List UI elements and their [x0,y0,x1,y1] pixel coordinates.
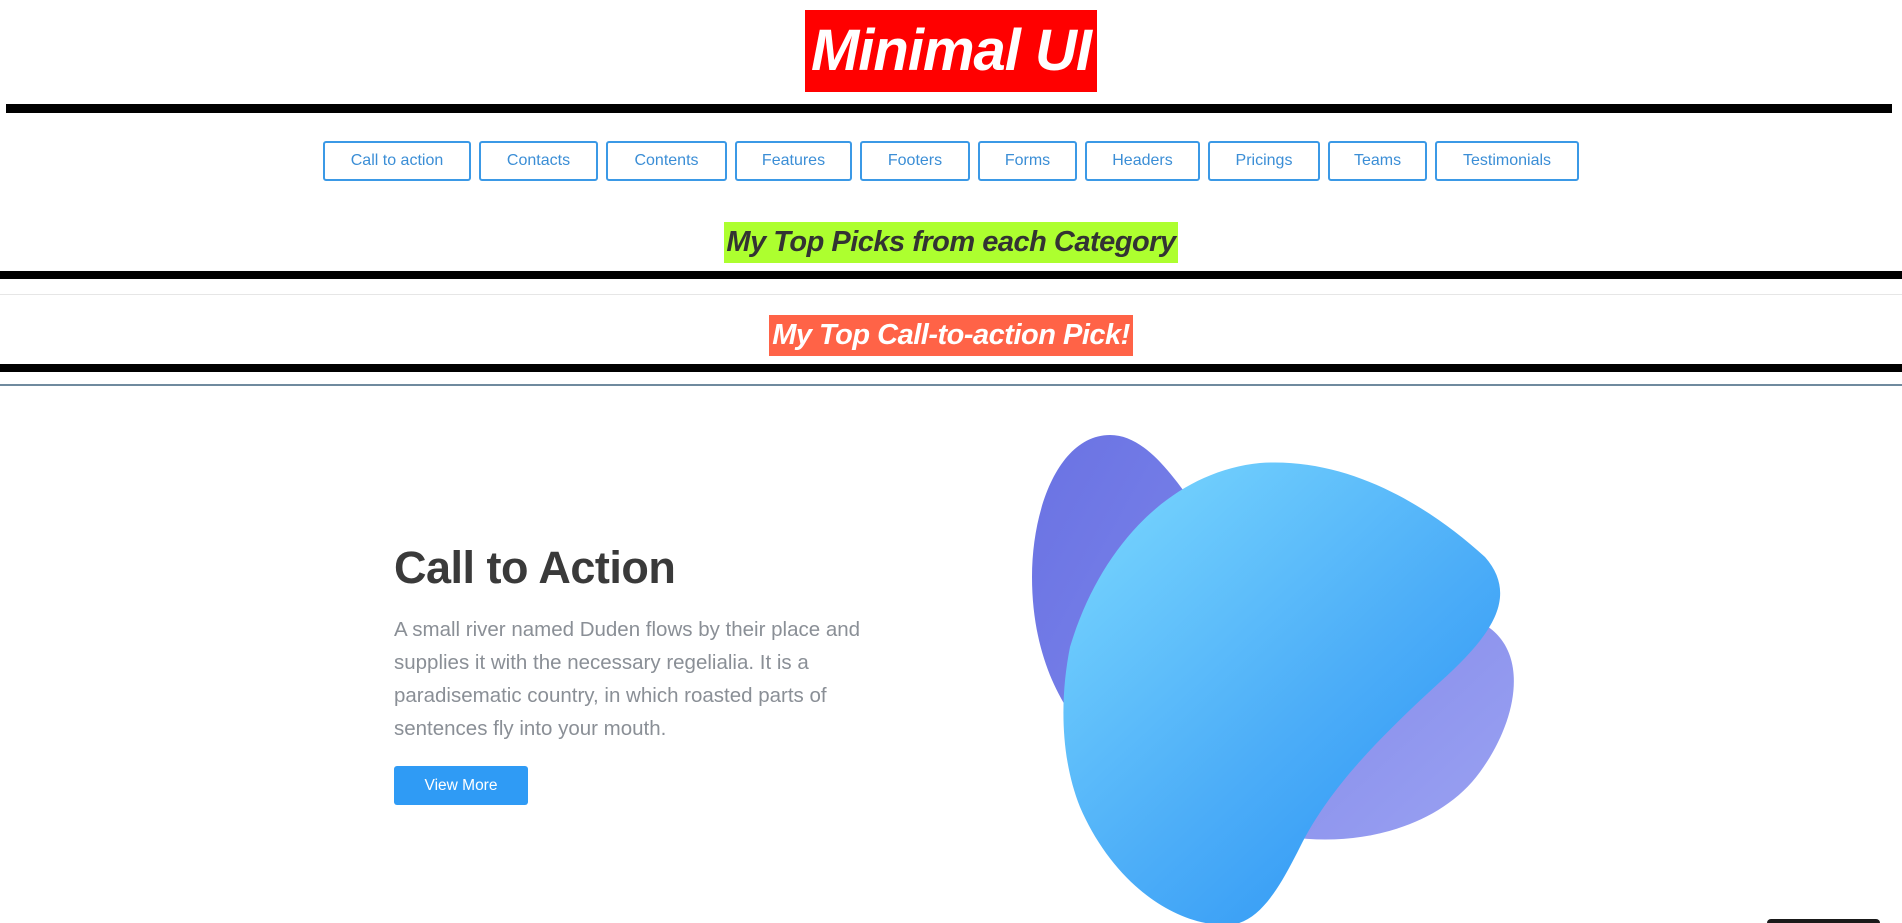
brand-logo: Minimal UI [804,10,1098,92]
nav-teams[interactable]: Teams [1328,141,1427,181]
category-nav: Call to action Contacts Contents Feature… [0,141,1902,181]
cta-pick-heading-wrap: My Top Call-to-action Pick! [0,315,1902,356]
header-divider [6,104,1892,113]
brand-header: Minimal UI [0,10,1902,92]
top-picks-heading: My Top Picks from each Category [724,222,1178,263]
view-more-button[interactable]: View More [394,766,528,805]
section-separator [0,294,1902,295]
page: Minimal UI Call to action Contacts Conte… [0,0,1902,923]
cta-section-top-border [0,384,1902,386]
cta-section: Call to Action A small river named Duden… [0,387,1902,923]
nav-testimonials[interactable]: Testimonials [1435,141,1579,181]
nav-headers[interactable]: Headers [1085,141,1200,181]
top-picks-divider [0,271,1902,279]
top-picks-heading-wrap: My Top Picks from each Category [0,222,1902,263]
nav-contents[interactable]: Contents [606,141,727,181]
cta-title: Call to Action [394,542,676,593]
nav-features[interactable]: Features [735,141,852,181]
corner-tab[interactable] [1767,919,1880,923]
nav-footers[interactable]: Footers [860,141,970,181]
nav-forms[interactable]: Forms [978,141,1077,181]
cta-pick-divider [0,364,1902,372]
abstract-blob-illustration [1032,435,1514,923]
cta-pick-heading: My Top Call-to-action Pick! [769,315,1133,356]
nav-pricings[interactable]: Pricings [1208,141,1320,181]
cta-description: A small river named Duden flows by their… [394,618,861,740]
nav-call-to-action[interactable]: Call to action [323,141,471,181]
nav-contacts[interactable]: Contacts [479,141,598,181]
